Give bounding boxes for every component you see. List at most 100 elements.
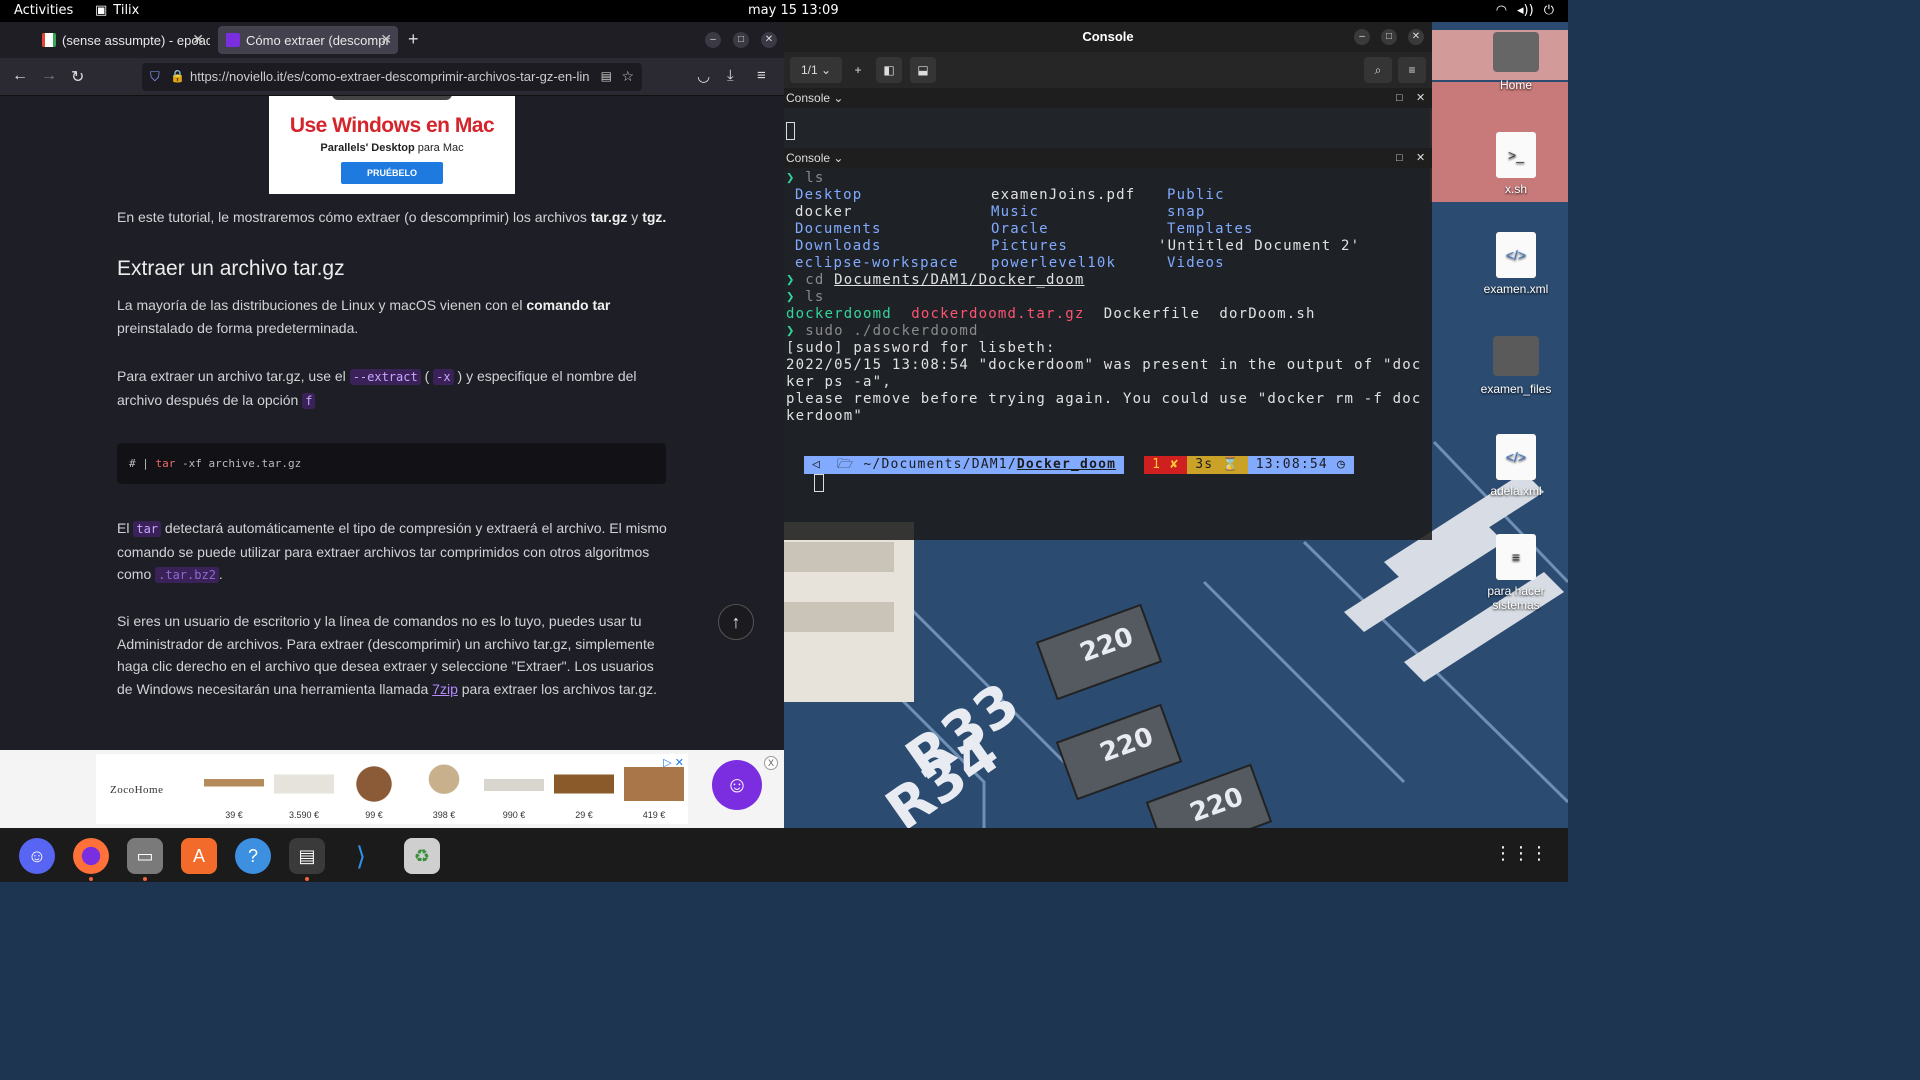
prompt-path-current: Docker_doom <box>1016 457 1117 472</box>
terminal-pane-main[interactable]: ❯ ls Desktop docker Documents Downloads … <box>784 168 1432 540</box>
terminal-pane-top[interactable] <box>784 108 1432 148</box>
ls-entry: dockerdoomd <box>786 306 892 322</box>
ls-entry: Videos <box>1167 255 1225 271</box>
terminal-output: ker ps -a", <box>786 374 892 390</box>
terminal-pane-header[interactable]: Console ⌄ □ ✕ <box>784 148 1432 168</box>
firefox-icon[interactable] <box>73 838 109 874</box>
user-chat-button[interactable]: ☺ <box>712 760 762 810</box>
tab-noviello[interactable]: Cómo extraer (descompr ✕ <box>218 26 398 54</box>
system-tray[interactable]: ◠ ◂)) ⏻ <box>1496 3 1554 18</box>
desktop-icon-para-hacer[interactable]: ≡ para hacer sistemas <box>1476 534 1556 612</box>
product-item[interactable]: 419 € <box>624 760 684 820</box>
menu-icon[interactable]: ≡ <box>757 67 766 84</box>
desktop-icon-examen-files[interactable]: examen_files <box>1476 336 1556 396</box>
app-menu[interactable]: ▣ Tilix <box>95 3 139 18</box>
maximize-button[interactable]: □ <box>1381 29 1397 45</box>
close-pane-icon[interactable]: ✕ <box>1416 148 1425 168</box>
desktop-icon-adela-xml[interactable]: </> adela.xml <box>1476 434 1556 498</box>
reload-button[interactable]: ↻ <box>71 67 84 87</box>
tab-label: (sense assumpte) - epoac <box>62 32 210 48</box>
lock-icon[interactable]: 🔒 <box>170 69 185 83</box>
reader-view-icon[interactable]: ▤ <box>601 69 612 83</box>
help-icon[interactable]: ? <box>235 838 271 874</box>
split-down-icon[interactable]: ⬓ <box>910 57 936 83</box>
files-icon[interactable]: ▭ <box>127 838 163 874</box>
p2-paren: ( <box>420 368 434 384</box>
product-image <box>344 760 404 808</box>
back-button[interactable]: ← <box>12 67 28 85</box>
close-window-button[interactable]: ✕ <box>761 32 777 48</box>
product-image <box>274 760 334 808</box>
tracking-shield-icon[interactable]: ⛉ <box>150 69 160 85</box>
product-item[interactable]: 39 € <box>204 760 264 820</box>
ad-cta-button[interactable]: PRUÉBELO <box>340 162 443 184</box>
terminal-line: ❯ sudo ./dockerdoomd <box>786 323 979 339</box>
add-session-button[interactable]: + <box>846 57 870 83</box>
clock[interactable]: may 15 13:09 <box>748 3 839 18</box>
7zip-link[interactable]: 7zip <box>432 681 458 697</box>
forward-button[interactable]: → <box>41 67 57 85</box>
session-switcher[interactable]: 1/1 ⌄ <box>790 57 842 83</box>
tilix-icon[interactable]: ▤ <box>289 838 325 874</box>
url-bar[interactable]: ⛉ 🔒 https://noviello.it/es/como-extraer-… <box>142 63 642 91</box>
product-item[interactable]: 990 € <box>484 760 544 820</box>
search-icon[interactable]: ⌕ <box>1364 57 1392 83</box>
pocket-icon[interactable]: ◡ <box>697 67 710 85</box>
terminal-output: please remove before trying again. You c… <box>786 391 1422 407</box>
software-center-icon[interactable]: A <box>181 838 217 874</box>
xml-file-icon: </> <box>1496 232 1536 278</box>
show-apps-icon[interactable]: ⋮⋮⋮ <box>1494 843 1548 864</box>
product-item[interactable]: 29 € <box>554 760 614 820</box>
maximize-button[interactable]: □ <box>733 32 749 48</box>
scroll-to-top-button[interactable]: ↑ <box>718 604 754 640</box>
ad-choices-icon[interactable]: ▷ ✕ <box>663 756 684 769</box>
inline-code: .tar.bz2 <box>155 567 219 583</box>
ls-entry: Music <box>991 204 1040 220</box>
terminal-line: ❯ cd Documents/DAM1/Docker_doom <box>786 272 1085 288</box>
ls-entry: Public <box>1167 187 1225 203</box>
close-tab-icon[interactable]: ✕ <box>192 31 204 48</box>
terminal-pane-header[interactable]: Console ⌄ □ ✕ <box>784 88 1432 108</box>
product-price: 990 € <box>502 810 526 820</box>
desktop-icon-label: para hacer sistemas <box>1487 584 1545 612</box>
new-tab-button[interactable]: + <box>408 29 419 50</box>
split-right-icon[interactable]: ◧ <box>876 57 902 83</box>
p4-text-end: para extraer los archivos tar.gz. <box>457 680 658 697</box>
zocohome-ad-panel[interactable]: ZocoHome 39 € 3.590 € 99 € 398 € 990 € 2… <box>96 754 688 824</box>
minimize-button[interactable]: – <box>1354 29 1370 45</box>
hamburger-menu-icon[interactable]: ≡ <box>1398 57 1426 83</box>
minimize-button[interactable]: – <box>705 32 721 48</box>
pane-title: Console <box>786 91 831 105</box>
code-block[interactable]: # | tar -xf archive.tar.gz <box>117 443 666 484</box>
zocohome-ad[interactable]: ZocoHome 39 € 3.590 € 99 € 398 € 990 € 2… <box>0 750 784 828</box>
maximize-pane-icon[interactable]: □ <box>1396 148 1403 168</box>
activities-button[interactable]: Activities <box>14 3 73 18</box>
desktop-icon-home[interactable]: Home <box>1476 32 1556 92</box>
prompt-os-segment: ◁ <box>804 456 830 474</box>
pane-title: Console <box>786 151 831 165</box>
ls-entry: examenJoins.pdf <box>991 187 1136 203</box>
bookmark-star-icon[interactable]: ☆ <box>621 68 634 85</box>
ad-headline: Use Windows en Mac <box>289 114 495 137</box>
close-window-button[interactable]: ✕ <box>1408 29 1424 45</box>
close-tab-icon[interactable]: ✕ <box>380 31 392 48</box>
close-pane-icon[interactable]: ✕ <box>1416 88 1425 108</box>
desktop-icon-x-sh[interactable]: >_ x.sh <box>1476 132 1556 196</box>
tilix-toolbar: 1/1 ⌄ + ◧ ⬓ ⌕ ≡ <box>784 52 1432 88</box>
discord-icon[interactable]: ☺ <box>19 838 55 874</box>
tab-gmail[interactable]: (sense assumpte) - epoac ✕ <box>34 26 210 54</box>
laptop-image <box>332 96 452 100</box>
vscode-icon[interactable]: ⟩ <box>343 838 379 874</box>
product-image <box>554 760 614 808</box>
product-item[interactable]: 398 € <box>414 760 474 820</box>
trash-icon[interactable]: ♻ <box>404 838 440 874</box>
close-ad-button[interactable]: X <box>764 756 778 770</box>
product-item[interactable]: 3.590 € <box>274 760 334 820</box>
maximize-pane-icon[interactable]: □ <box>1396 88 1403 108</box>
downloads-icon[interactable]: ⤓ <box>727 67 734 84</box>
p1-bold: comando tar <box>526 297 611 313</box>
product-item[interactable]: 99 € <box>344 760 404 820</box>
desktop-icon-examen-xml[interactable]: </> examen.xml <box>1476 232 1556 296</box>
parallels-ad[interactable]: Use Windows en Mac Parallels' Desktop pa… <box>269 96 515 194</box>
tilix-titlebar: Console – □ ✕ <box>784 22 1432 52</box>
